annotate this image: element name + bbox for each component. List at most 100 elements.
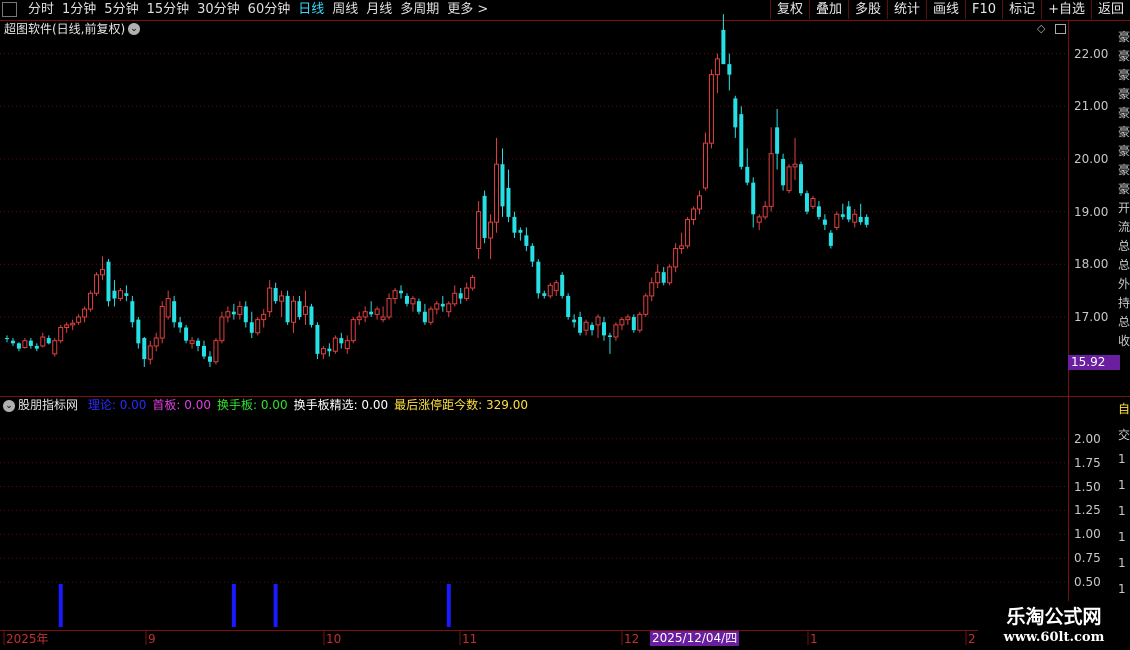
candle <box>124 285 129 302</box>
info-strip-char: 交 <box>1118 428 1130 442</box>
candle <box>46 335 51 345</box>
indicator-value-2: 换手板: 0.00 <box>217 398 288 412</box>
candle <box>601 316 606 341</box>
candle <box>380 306 386 323</box>
candle <box>518 227 523 241</box>
candle <box>446 301 452 317</box>
candle <box>267 280 273 317</box>
candle <box>768 127 774 212</box>
date-axis-label: 2 <box>968 632 976 646</box>
candle <box>714 53 720 94</box>
candle <box>52 338 58 357</box>
candle <box>88 290 94 312</box>
candle <box>786 164 792 194</box>
panel-divider <box>0 396 1130 397</box>
candle <box>756 214 762 231</box>
candle <box>404 293 409 307</box>
candle <box>458 288 463 304</box>
candle <box>279 290 285 317</box>
candle <box>189 337 195 349</box>
candle <box>530 243 535 267</box>
candle <box>291 295 297 333</box>
info-strip-char: 总 <box>1118 258 1130 272</box>
info-strip-char: 1 <box>1118 452 1126 466</box>
candle <box>196 338 201 352</box>
signal-bar <box>446 584 451 627</box>
candle <box>172 295 177 328</box>
indicator-tick-label: 2.00 <box>1074 431 1101 446</box>
candle <box>613 322 619 341</box>
candle <box>82 306 88 323</box>
info-strip-char: 豪 <box>1118 163 1130 177</box>
candle <box>590 322 595 336</box>
candle <box>416 298 421 315</box>
candle <box>34 343 39 352</box>
candle <box>219 311 225 344</box>
kline-chart[interactable] <box>0 0 1130 650</box>
info-strip-char: 总 <box>1118 315 1130 329</box>
info-strip-char: 豪 <box>1118 106 1130 120</box>
indicator-value-3: 换手板精选: 0.00 <box>293 398 389 412</box>
candle <box>142 337 147 368</box>
candle <box>673 243 679 273</box>
info-strip-char: 1 <box>1118 530 1126 544</box>
candle <box>733 95 738 138</box>
candle <box>297 295 302 320</box>
candle <box>702 132 708 191</box>
info-strip-char: 豪 <box>1118 49 1130 63</box>
candle <box>655 264 661 289</box>
indicator-tick-label: 1.25 <box>1074 503 1101 518</box>
price-tick-label: 18.00 <box>1074 257 1109 272</box>
candle <box>184 324 189 344</box>
candle <box>315 322 320 360</box>
info-strip-char: 豪 <box>1118 182 1130 196</box>
candle <box>452 285 458 307</box>
date-axis-label: 1 <box>810 632 818 646</box>
candle <box>464 282 470 302</box>
date-axis-label: 12 <box>624 632 640 646</box>
candle <box>572 314 577 328</box>
candle <box>619 316 625 331</box>
indicator-name[interactable]: 股朋指标网 <box>18 398 78 412</box>
candle <box>739 106 744 170</box>
candle <box>482 190 487 244</box>
candle <box>798 161 803 196</box>
current-price-badge: 15.92 <box>1068 355 1120 370</box>
candle <box>58 324 64 344</box>
candle <box>488 214 494 260</box>
candle <box>136 316 141 349</box>
price-tick-label: 22.00 <box>1074 46 1109 61</box>
candle <box>607 332 612 354</box>
candle <box>285 290 290 325</box>
signal-bar <box>231 584 236 627</box>
candle <box>691 206 697 225</box>
candle <box>822 214 827 231</box>
candle <box>494 137 500 233</box>
candle <box>374 306 380 320</box>
candle <box>434 301 440 315</box>
candle <box>631 314 636 333</box>
info-strip[interactable]: 豪豪豪豪豪豪豪豪豪开流总总外持总收自交1111111 <box>1116 20 1130 650</box>
candle <box>76 314 82 325</box>
candle <box>781 153 786 191</box>
candle <box>751 177 756 228</box>
candle <box>846 201 851 223</box>
candle <box>225 306 231 323</box>
info-strip-char: 1 <box>1118 504 1126 518</box>
cursor-date-label: 2025/12/04/四 <box>650 631 740 646</box>
candle <box>106 259 111 307</box>
candle <box>553 280 559 296</box>
info-strip-char: 豪 <box>1118 125 1130 139</box>
chevron-down-icon[interactable]: ⌄ <box>3 400 15 412</box>
candle <box>542 290 547 299</box>
info-strip-char: 1 <box>1118 556 1126 570</box>
candle <box>255 316 261 336</box>
candle <box>153 332 159 352</box>
info-strip-char: 豪 <box>1118 144 1130 158</box>
info-strip-char: 1 <box>1118 582 1126 596</box>
candle <box>470 274 476 291</box>
info-strip-char: 开 <box>1118 201 1130 215</box>
signal-bar <box>58 584 63 627</box>
candle <box>721 14 726 65</box>
candle <box>70 319 76 331</box>
